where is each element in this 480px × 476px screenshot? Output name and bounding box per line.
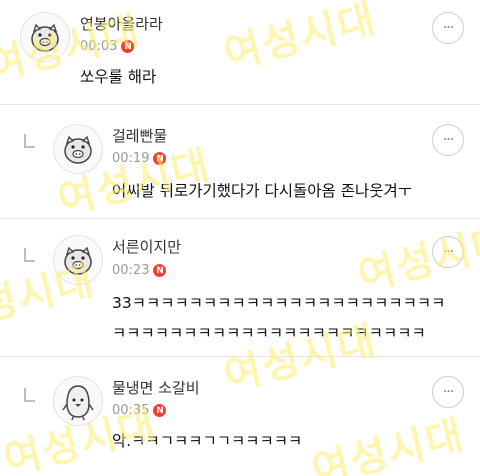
avatar[interactable] [53, 235, 103, 285]
comment-item: 연봉아올라라 00:03 N 쏘우룰 해라 ··· [0, 0, 480, 105]
pig-face-icon [64, 246, 92, 275]
comment-meta: 00:19 N [112, 151, 167, 166]
avatar[interactable] [53, 376, 103, 426]
comment-time: 00:35 [112, 403, 150, 418]
reply-arrow-icon [24, 248, 35, 262]
pig-face-icon [64, 135, 92, 164]
comment-meta: 00:23 N [112, 263, 167, 278]
avatar[interactable] [20, 12, 70, 62]
new-badge: N [153, 152, 167, 165]
comment-username[interactable]: 연봉아올라라 [80, 13, 163, 34]
comment-time: 00:03 [80, 39, 118, 54]
comment-body: 33ㅋㅋㅋㅋㅋㅋㅋㅋㅋㅋㅋㅋㅋㅋㅋㅋㅋㅋㅋㅋㅋㅋ ㅋㅋㅋㅋㅋㅋㅋㅋㅋㅋㅋㅋㅋㅋㅋ… [112, 288, 445, 348]
comment-line: 어씨발 뒤로가기했다가 다시돌아옴 존나웃겨ㅜ [112, 182, 412, 200]
reply-arrow-icon [24, 134, 35, 148]
comment-time: 00:23 [112, 263, 150, 278]
comment-line: 33ㅋㅋㅋㅋㅋㅋㅋㅋㅋㅋㅋㅋㅋㅋㅋㅋㅋㅋㅋㅋㅋㅋ [112, 294, 446, 312]
more-options-button[interactable]: ··· [432, 12, 464, 44]
pig-face-icon [31, 23, 59, 52]
comment-line: ㅋㅋㅋㅋㅋㅋㅋㅋㅋㅋㅋㅋㅋㅋㅋㅋㅋㅋㅋㅋㅋㅋ [112, 324, 426, 342]
new-badge: N [153, 404, 167, 417]
comment-time: 00:19 [112, 151, 150, 166]
comment-username[interactable]: 물냉면 소갈비 [112, 377, 200, 398]
comment-item: 물냉면 소갈비 00:35 N 악.ㅋㅋㄱㅋㅋㄱㄱㅋㅋㅋㅋㅋ ··· [0, 356, 480, 476]
comment-username[interactable]: 걸레빤물 [112, 125, 167, 146]
comment-line: 쏘우룰 해라 [80, 68, 157, 86]
avatar[interactable] [53, 124, 103, 174]
more-options-button[interactable]: ··· [432, 236, 464, 268]
new-badge: N [153, 264, 167, 277]
comment-item: 걸레빤물 00:19 N 어씨발 뒤로가기했다가 다시돌아옴 존나웃겨ㅜ ··· [0, 104, 480, 219]
penguin-icon [62, 385, 94, 421]
comment-line: 악.ㅋㅋㄱㅋㅋㄱㄱㅋㅋㅋㅋㅋ [112, 432, 303, 450]
comment-item: 서른이지만 00:23 N 33ㅋㅋㅋㅋㅋㅋㅋㅋㅋㅋㅋㅋㅋㅋㅋㅋㅋㅋㅋㅋㅋㅋ ㅋ… [0, 218, 480, 357]
comment-meta: 00:03 N [80, 39, 135, 54]
comment-body: 어씨발 뒤로가기했다가 다시돌아옴 존나웃겨ㅜ [112, 176, 412, 206]
comment-body: 악.ㅋㅋㄱㅋㅋㄱㄱㅋㅋㅋㅋㅋ [112, 426, 302, 456]
comment-body: 쏘우룰 해라 [80, 62, 156, 92]
more-options-button[interactable]: ··· [432, 376, 464, 408]
new-badge: N [121, 40, 135, 53]
comment-meta: 00:35 N [112, 403, 167, 418]
reply-arrow-icon [24, 388, 35, 402]
comment-username[interactable]: 서른이지만 [112, 236, 181, 257]
more-options-button[interactable]: ··· [432, 124, 464, 156]
